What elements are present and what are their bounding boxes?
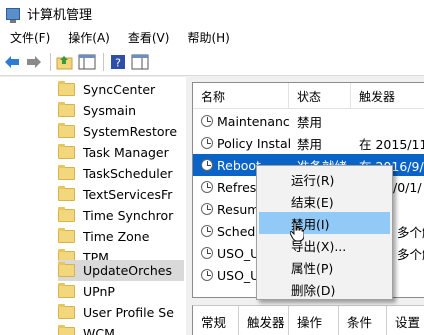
clock-icon (201, 247, 213, 259)
task-name: Reboot (217, 157, 261, 173)
menu-item-run[interactable]: 运行(R) (259, 168, 390, 190)
menu-bar: 文件(F) 操作(A) 查看(V) 帮助(H) (0, 27, 424, 48)
toolbar: ? (0, 48, 424, 76)
task-name: Policy Install (217, 135, 291, 151)
folder-icon (58, 207, 75, 222)
tree-item-label: WCM (83, 326, 115, 335)
menu-item-disable[interactable]: 禁用(I) (259, 212, 390, 234)
tree-item[interactable]: UPnP (58, 281, 184, 302)
hand-cursor-icon (290, 222, 304, 242)
tree-item-label: TextServicesFr (83, 187, 173, 202)
back-arrow-icon[interactable] (2, 52, 22, 72)
tree-item[interactable]: Time Zone (58, 226, 184, 247)
tree-pane: SyncCenter Sysmain SystemRestore Task Ma… (0, 77, 186, 335)
folder-icon (58, 228, 75, 243)
tab-general[interactable]: 常规 (193, 306, 239, 335)
task-trigger: 多个触 (397, 224, 424, 240)
tree-item-label: SyncCenter (83, 82, 156, 97)
tree-item-selected[interactable]: UpdateOrches (58, 260, 184, 281)
show-hide-tree-icon[interactable] (77, 52, 97, 72)
tree-item[interactable]: Sysmain (58, 100, 184, 121)
task-name: USO_U (217, 267, 260, 283)
menu-item-delete[interactable]: 删除(D) (259, 278, 390, 300)
tree-item[interactable]: TextServicesFr (58, 184, 184, 205)
clock-icon (201, 137, 213, 149)
list-header: 名称 状态 触发器 (193, 83, 424, 109)
tree-item-label: TaskScheduler (83, 166, 173, 181)
up-folder-icon[interactable] (55, 52, 75, 72)
tree-item-label: UPnP (83, 284, 115, 299)
forward-arrow-icon[interactable] (24, 52, 44, 72)
computer-management-icon (6, 7, 20, 23)
task-trigger: 在 2015/11 (359, 136, 424, 152)
properties-icon[interactable] (130, 52, 150, 72)
task-status: 禁用 (297, 114, 323, 130)
task-trigger: /0/1/ (393, 179, 422, 195)
menu-view[interactable]: 查看(V) (122, 29, 176, 46)
tree-item-label: User Profile Se (83, 305, 174, 320)
menu-item-properties[interactable]: 属性(P) (259, 256, 390, 278)
task-status: 禁用 (297, 136, 323, 152)
task-trigger (359, 110, 424, 132)
clock-icon (201, 159, 213, 171)
clock-icon (201, 181, 213, 193)
clock-icon (201, 203, 213, 215)
tree-item-label: UpdateOrches (83, 263, 172, 278)
list-row[interactable]: Maintenanc... 禁用 (193, 110, 424, 132)
folder-icon (58, 304, 75, 319)
tree-item[interactable]: TaskScheduler (58, 163, 184, 184)
toolbar-separator (103, 52, 104, 71)
folder-icon (58, 262, 75, 277)
folder-icon (58, 186, 75, 201)
tree-item-label: Sysmain (83, 103, 137, 118)
list-row[interactable]: Policy Install 禁用 在 2015/11 (193, 132, 424, 154)
task-name: USO_U (217, 245, 260, 261)
tab-actions[interactable]: 操作 (289, 306, 339, 335)
menu-item-export[interactable]: 导出(X)... (259, 234, 390, 256)
menu-file[interactable]: 文件(F) (4, 29, 56, 46)
clock-icon (201, 225, 213, 237)
help-icon[interactable]: ? (108, 52, 128, 72)
context-menu: 运行(R) 结束(E) 禁用(I) 导出(X)... 属性(P) 删除(D) (256, 165, 393, 300)
tree-item-label: SystemRestore (83, 124, 178, 139)
menu-action[interactable]: 操作(A) (62, 29, 116, 46)
tree-item[interactable]: Time Synchror (58, 205, 184, 226)
menu-help[interactable]: 帮助(H) (181, 29, 235, 46)
task-name-cell: Maintenanc... (201, 110, 291, 132)
folder-icon (58, 123, 75, 138)
tree-item-label: Time Zone (83, 229, 150, 244)
tab-triggers[interactable]: 触发器 (239, 306, 289, 335)
tree-item-label: Time Synchror (83, 208, 174, 223)
clock-icon (201, 115, 213, 127)
title-bar: 计算机管理 (0, 0, 424, 27)
menu-item-end[interactable]: 结束(E) (259, 190, 390, 212)
task-name-cell: Policy Install (201, 132, 291, 154)
tab-settings[interactable]: 设置 (387, 306, 424, 335)
column-header-trigger[interactable]: 触发器 (351, 83, 424, 109)
tree-item[interactable]: Task Manager (58, 142, 184, 163)
tree-item[interactable]: User Profile Se (58, 302, 184, 323)
window-title: 计算机管理 (27, 8, 93, 23)
folder-icon (58, 165, 75, 180)
folder-icon (58, 81, 75, 96)
folder-icon (58, 325, 75, 335)
folder-icon (58, 102, 75, 117)
tab-conditions[interactable]: 条件 (339, 306, 387, 335)
column-header-status[interactable]: 状态 (289, 83, 351, 109)
tree-item[interactable]: WCM (58, 323, 184, 335)
tree-item-label: Task Manager (83, 145, 169, 160)
folder-icon (58, 283, 75, 298)
detail-tab-strip: 常规 触发器 操作 条件 设置 (192, 305, 424, 335)
folder-icon (58, 144, 75, 159)
tree-item[interactable]: SystemRestore (58, 121, 184, 142)
task-trigger: 多个触 (397, 246, 424, 262)
clock-icon (201, 269, 213, 281)
task-name: Maintenanc... (217, 113, 291, 129)
svg-text:?: ? (115, 56, 121, 69)
toolbar-separator (50, 52, 51, 71)
column-header-name[interactable]: 名称 (193, 83, 289, 109)
tree-item[interactable]: SyncCenter (58, 79, 184, 100)
